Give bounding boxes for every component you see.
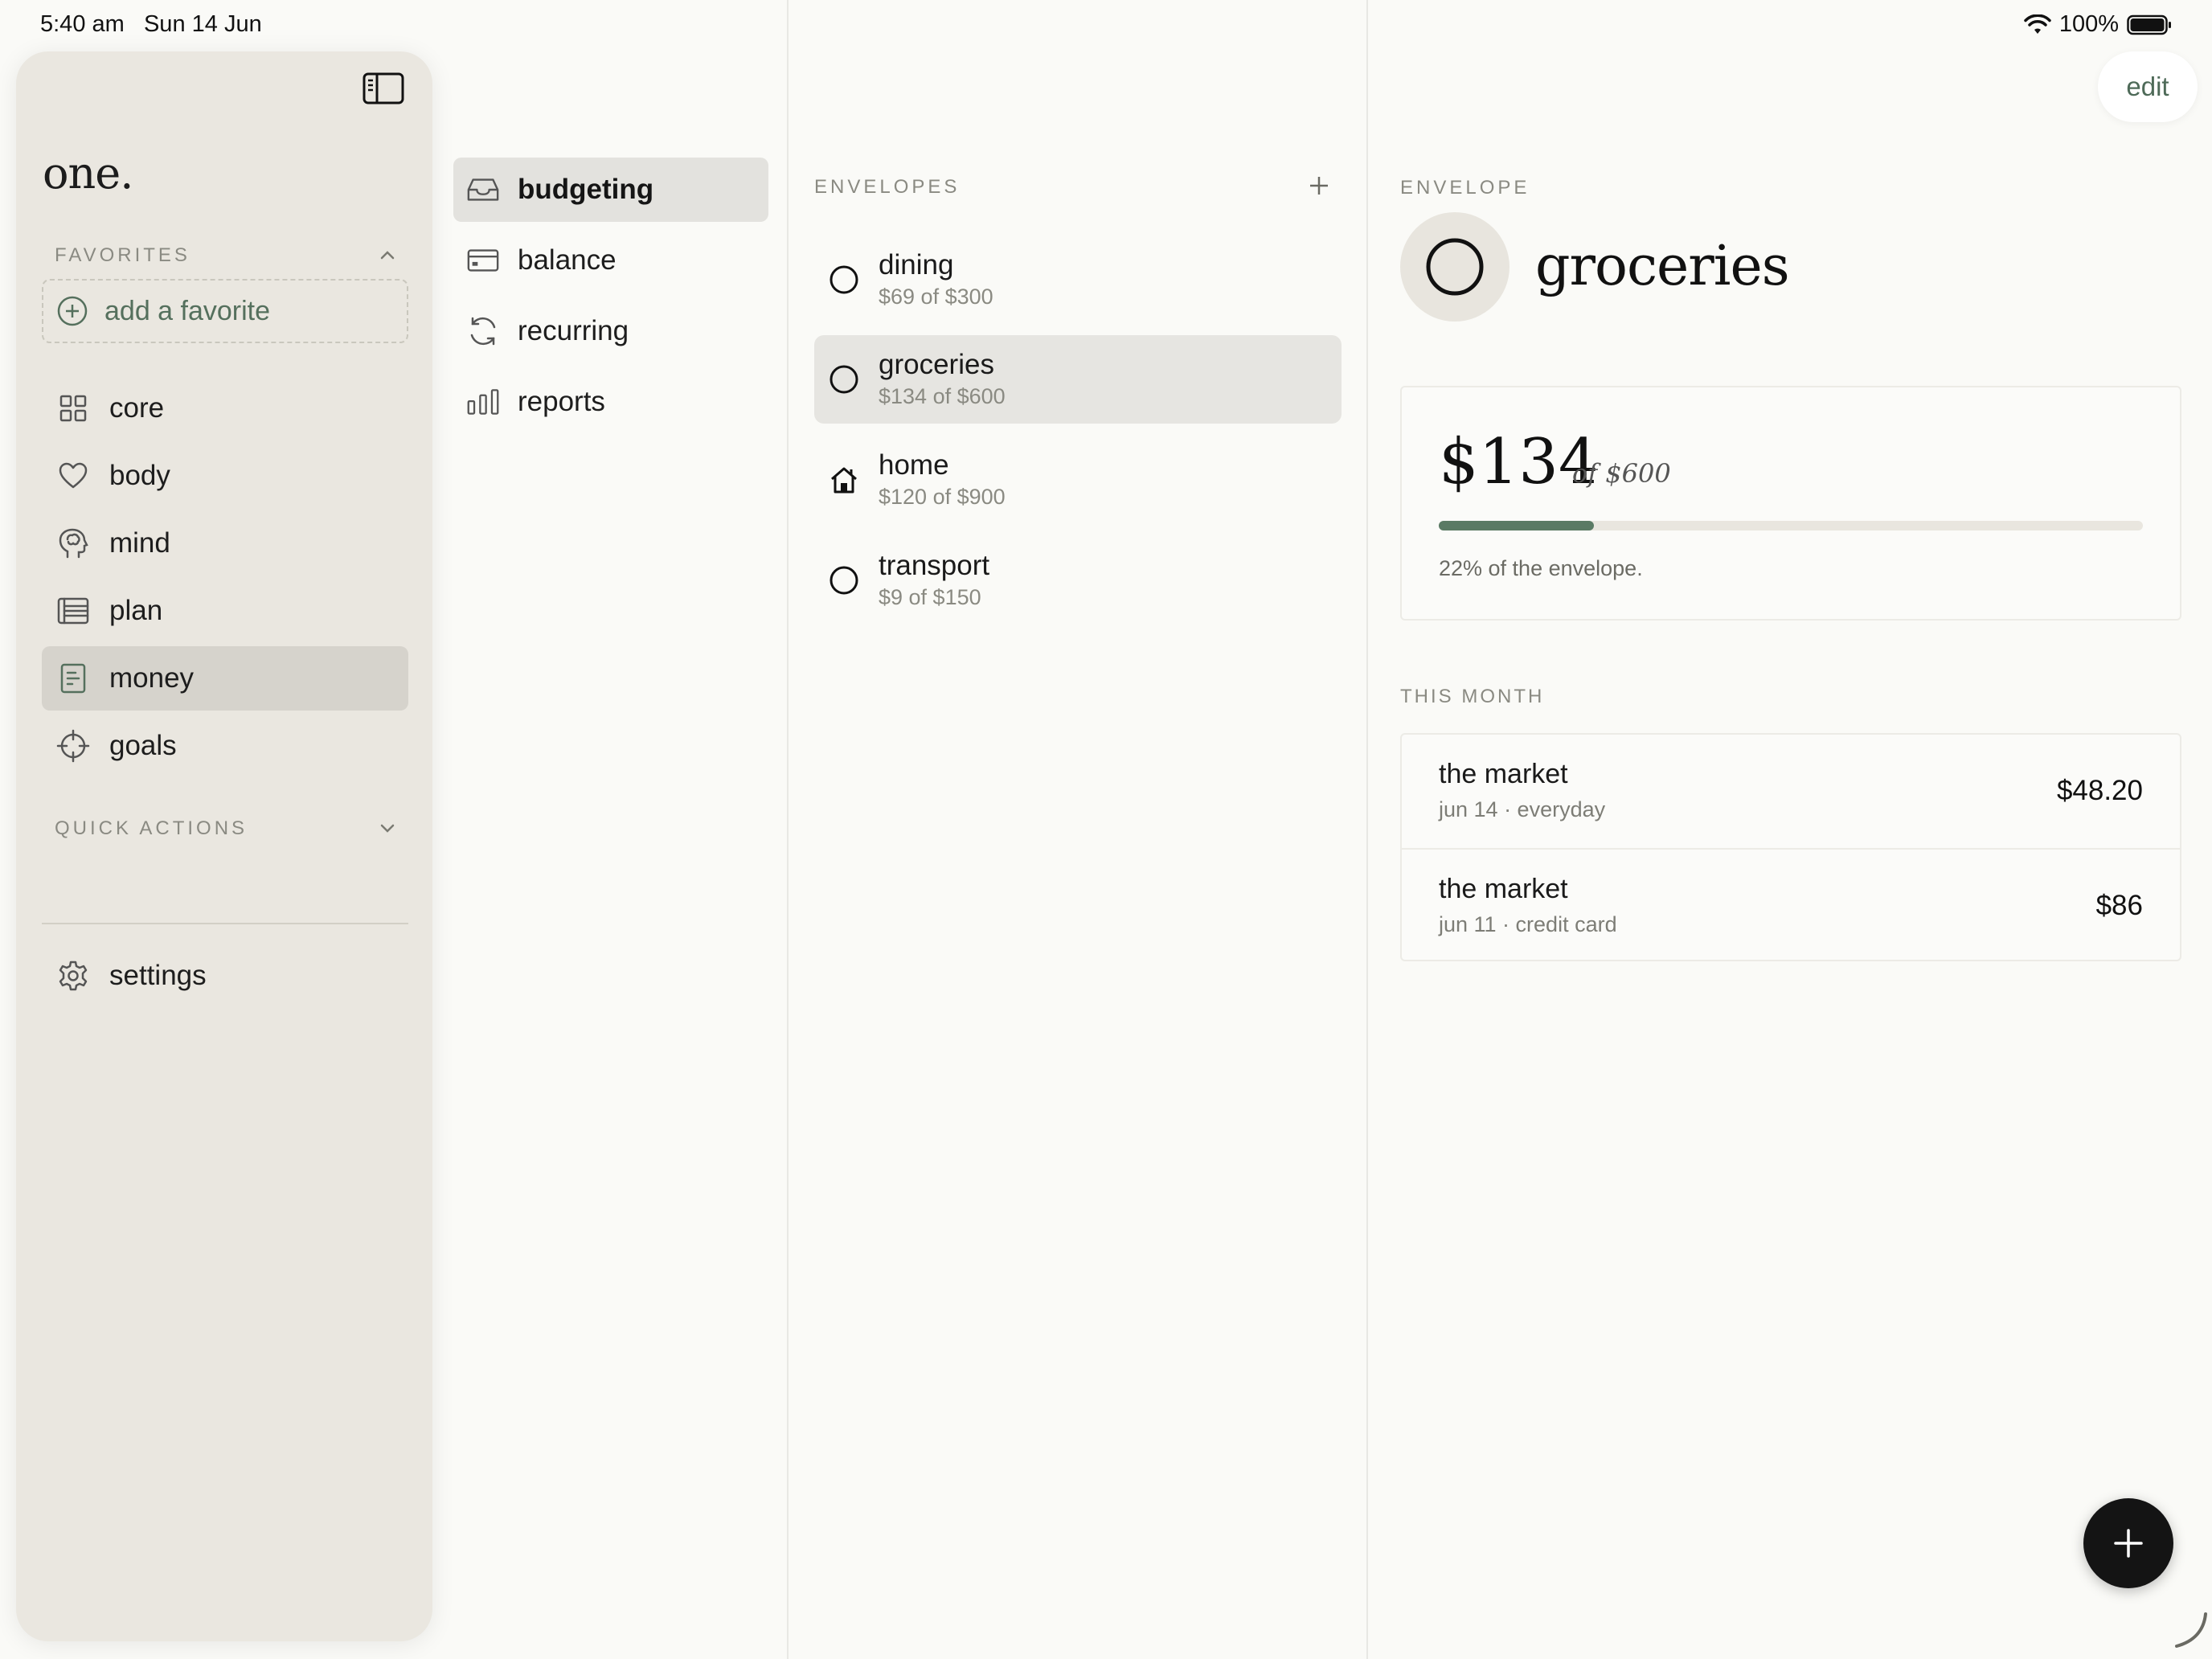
chevron-down-icon[interactable] bbox=[378, 818, 397, 842]
progress-fill bbox=[1439, 521, 1594, 530]
envelope-badge bbox=[1400, 212, 1509, 322]
column-divider bbox=[787, 0, 789, 1659]
sidebar-divider bbox=[42, 923, 408, 924]
add-transaction-button[interactable] bbox=[2083, 1498, 2173, 1588]
sidebar-item-body[interactable]: body bbox=[42, 444, 408, 508]
bar-chart-icon bbox=[466, 385, 500, 419]
quick-actions-label: QUICK ACTIONS bbox=[55, 817, 248, 839]
subnav-item-label: budgeting bbox=[518, 174, 654, 205]
sidebar-item-goals[interactable]: goals bbox=[42, 714, 408, 778]
sidebar-item-label: plan bbox=[109, 595, 163, 626]
column-divider bbox=[1366, 0, 1368, 1659]
subnav-item-label: balance bbox=[518, 244, 616, 276]
target-icon bbox=[56, 729, 90, 763]
transaction-list: the market jun 14 · everyday $48.20 the … bbox=[1400, 733, 2181, 961]
circle-icon bbox=[830, 265, 858, 294]
circle-icon bbox=[830, 365, 858, 394]
envelope-label: ENVELOPE bbox=[1400, 177, 1530, 199]
sidebar-item-label: core bbox=[109, 392, 165, 424]
sidebar-item-label: goals bbox=[109, 730, 177, 761]
transaction-meta: jun 14 · everyday bbox=[1439, 797, 1606, 821]
envelope-progress: $9 of $150 bbox=[879, 585, 981, 609]
card-icon bbox=[466, 244, 500, 277]
envelope-progress: $69 of $300 bbox=[879, 285, 993, 309]
transaction-row[interactable]: the market jun 14 · everyday $48.20 bbox=[1402, 735, 2180, 848]
envelope-name: transport bbox=[879, 550, 990, 581]
envelope-name: groceries bbox=[879, 349, 994, 380]
refresh-icon bbox=[466, 314, 500, 348]
this-month-label: THIS MONTH bbox=[1400, 686, 1545, 707]
envelope-row-home[interactable]: home $120 of $900 bbox=[814, 436, 1342, 524]
battery-icon bbox=[2127, 14, 2171, 35]
subnav-item-reports[interactable]: reports bbox=[453, 370, 768, 434]
envelope-progress: $134 of $600 bbox=[879, 384, 1006, 408]
envelope-row-transport[interactable]: transport $9 of $150 bbox=[814, 536, 1342, 625]
sidebar-item-money[interactable]: money bbox=[42, 646, 408, 711]
sidebar-item-mind[interactable]: mind bbox=[42, 511, 408, 576]
sidebar-item-core[interactable]: core bbox=[42, 376, 408, 440]
battery-percent: 100% bbox=[2058, 11, 2119, 37]
receipt-icon bbox=[56, 662, 90, 695]
add-favorite-label: add a favorite bbox=[104, 295, 271, 326]
favorites-label: FAVORITES bbox=[55, 244, 190, 266]
envelope-row-groceries[interactable]: groceries $134 of $600 bbox=[814, 335, 1342, 424]
circle-icon bbox=[1426, 238, 1484, 296]
progress-bar bbox=[1439, 521, 2143, 530]
envelope-progress: $120 of $900 bbox=[879, 485, 1006, 509]
amount-card: $134 of $600 22% of the envelope. bbox=[1400, 386, 2181, 621]
envelope-name: home bbox=[879, 449, 949, 481]
transaction-row[interactable]: the market jun 11 · credit card $86 bbox=[1402, 850, 2180, 963]
add-envelope-plus-icon[interactable] bbox=[1307, 174, 1331, 202]
plus-icon bbox=[2114, 1529, 2143, 1558]
subnav-item-label: reports bbox=[518, 386, 605, 417]
grid-icon bbox=[56, 391, 90, 425]
status-time: 5:40 am Sun 14 Jun bbox=[40, 11, 262, 37]
tray-icon bbox=[466, 173, 500, 207]
wifi-icon bbox=[2024, 14, 2051, 34]
heart-icon bbox=[56, 459, 90, 493]
subnav-item-recurring[interactable]: recurring bbox=[453, 299, 768, 363]
resize-corner-icon bbox=[2170, 1609, 2210, 1649]
sidebar-item-plan[interactable]: plan bbox=[42, 579, 408, 643]
transaction-amount: $48.20 bbox=[2056, 775, 2143, 806]
envelope-name: dining bbox=[879, 249, 954, 281]
envelopes-header: ENVELOPES bbox=[814, 176, 961, 198]
status-indicators: 100% bbox=[2024, 11, 2172, 38]
sidebar-item-settings[interactable]: settings bbox=[42, 944, 408, 1008]
status-date: Sun 14 Jun bbox=[143, 11, 262, 37]
transaction-amount: $86 bbox=[2095, 890, 2143, 921]
edit-button[interactable]: edit bbox=[2098, 51, 2198, 122]
circle-icon bbox=[830, 566, 858, 595]
chevron-up-icon[interactable] bbox=[378, 246, 397, 269]
subnav-item-budgeting[interactable]: budgeting bbox=[453, 158, 768, 222]
sidebar-item-label: settings bbox=[109, 960, 207, 991]
house-icon bbox=[831, 467, 857, 494]
subnav-item-label: recurring bbox=[518, 315, 629, 346]
transaction-meta: jun 11 · credit card bbox=[1439, 912, 1617, 936]
add-favorite-button[interactable]: add a favorite bbox=[42, 279, 408, 343]
progress-text: 22% of the envelope. bbox=[1439, 556, 1643, 580]
transaction-name: the market bbox=[1439, 874, 1568, 904]
sidebar-item-label: body bbox=[109, 460, 170, 491]
gear-icon bbox=[56, 959, 90, 993]
envelope-row-dining[interactable]: dining $69 of $300 bbox=[814, 236, 1342, 324]
envelope-title: groceries bbox=[1535, 235, 1790, 298]
budget-amount: of $600 bbox=[1572, 458, 1671, 489]
plus-circle-icon bbox=[57, 296, 88, 326]
list-icon bbox=[56, 594, 90, 628]
sidebar-toggle-icon[interactable] bbox=[362, 71, 410, 111]
sidebar-item-label: money bbox=[109, 662, 195, 694]
app-title: one. bbox=[43, 148, 133, 199]
subnav-item-balance[interactable]: balance bbox=[453, 228, 768, 293]
brain-head-icon bbox=[56, 526, 90, 560]
sidebar-item-label: mind bbox=[109, 527, 170, 559]
transaction-name: the market bbox=[1439, 759, 1568, 789]
